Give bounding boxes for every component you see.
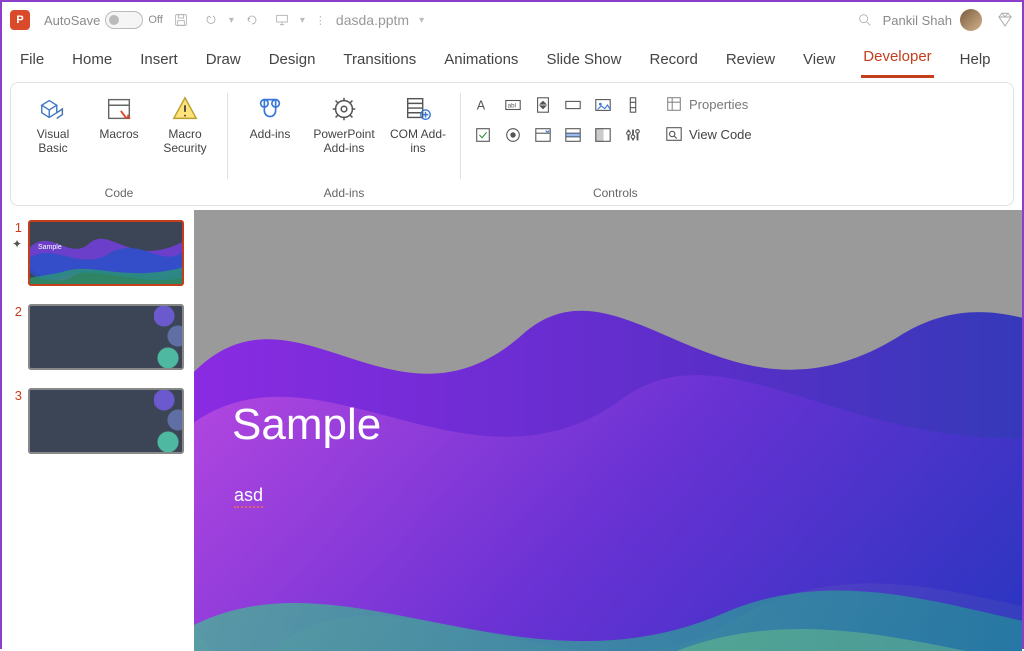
tab-developer[interactable]: Developer: [861, 40, 933, 78]
tab-record[interactable]: Record: [647, 43, 699, 78]
thumbnail-preview: Sample: [28, 220, 184, 286]
undo-dropdown-icon[interactable]: ▾: [229, 15, 234, 26]
visual-basic-label: Visual Basic: [23, 127, 83, 155]
ribbon-group-addins: Add-ins PowerPoint Add-ins COM Add-ins A…: [232, 89, 456, 205]
addins-label: Add-ins: [250, 127, 291, 141]
macros-button[interactable]: Macros: [87, 89, 151, 143]
toggle-switch-icon: [105, 11, 143, 29]
com-addins-button[interactable]: COM Add-ins: [386, 89, 450, 157]
tab-slide-show[interactable]: Slide Show: [544, 43, 623, 78]
thumbnail-preview: [28, 304, 184, 370]
save-button[interactable]: [169, 8, 193, 32]
slide-title[interactable]: Sample: [232, 400, 381, 450]
label-control-button[interactable]: A: [471, 93, 495, 117]
macros-label: Macros: [99, 127, 138, 141]
combobox-control-button[interactable]: [531, 123, 555, 147]
thumbnail-slide-2[interactable]: 2: [8, 304, 184, 370]
option-button-control[interactable]: [501, 123, 525, 147]
thumbnail-slide-3[interactable]: 3: [8, 388, 184, 454]
undo-button[interactable]: [199, 8, 223, 32]
tab-animations[interactable]: Animations: [442, 43, 520, 78]
visual-basic-button[interactable]: Visual Basic: [21, 89, 85, 157]
macro-security-button[interactable]: Macro Security: [153, 89, 217, 157]
svg-text:A: A: [477, 99, 486, 113]
powerpoint-addins-button[interactable]: PowerPoint Add-ins: [304, 89, 384, 157]
visual-basic-icon: [37, 93, 69, 125]
ribbon-group-code: Visual Basic Macros Macro Security Code: [15, 89, 223, 205]
titlebar: P AutoSave Off ▾ ▾ ⋮ dasda.pptm ▾ Pankil…: [2, 2, 1022, 38]
present-from-beginning-button[interactable]: [270, 8, 294, 32]
more-controls-button[interactable]: [621, 123, 645, 147]
user-name: Pankil Shah: [883, 13, 952, 28]
view-code-label: View Code: [689, 127, 752, 142]
group-label-addins: Add-ins: [324, 183, 365, 205]
autosave-state: Off: [148, 14, 162, 26]
autosave-toggle[interactable]: AutoSave Off: [44, 11, 163, 29]
search-button[interactable]: [853, 8, 877, 32]
thumbnail-number: 2: [8, 304, 22, 319]
macro-security-icon: [169, 93, 201, 125]
tab-view[interactable]: View: [801, 43, 837, 78]
tab-help[interactable]: Help: [958, 43, 993, 78]
tab-file[interactable]: File: [18, 43, 46, 78]
com-addins-label: COM Add-ins: [388, 127, 448, 155]
toggle-control-button[interactable]: [591, 123, 615, 147]
powerpoint-addins-label: PowerPoint Add-ins: [306, 127, 382, 155]
document-filename[interactable]: dasda.pptm: [336, 12, 409, 28]
tab-review[interactable]: Review: [724, 43, 777, 78]
tab-transitions[interactable]: Transitions: [341, 43, 418, 78]
group-label-controls: Controls: [593, 183, 638, 205]
spin-control-button[interactable]: [531, 93, 555, 117]
filename-dropdown-icon[interactable]: ▾: [419, 15, 424, 26]
ribbon-group-controls: A abl Pro: [465, 89, 766, 205]
thumbnail-slide-1[interactable]: 1 ✦ Sample: [8, 220, 184, 286]
ribbon: Visual Basic Macros Macro Security Code: [10, 82, 1014, 206]
properties-label: Properties: [689, 97, 748, 112]
addins-icon: [254, 93, 286, 125]
slide-content: Sample asd: [194, 210, 1022, 651]
addins-button[interactable]: Add-ins: [238, 89, 302, 143]
slide-subtitle[interactable]: asd: [234, 485, 263, 506]
textbox-control-button[interactable]: abl: [501, 93, 525, 117]
scrollbar-control-button[interactable]: [621, 93, 645, 117]
com-addins-icon: [402, 93, 434, 125]
powerpoint-addins-icon: [328, 93, 360, 125]
command-button-control[interactable]: [561, 93, 585, 117]
view-code-button[interactable]: View Code: [661, 123, 756, 145]
macro-security-label: Macro Security: [155, 127, 215, 155]
avatar: [960, 9, 982, 31]
group-label-code: Code: [105, 183, 134, 205]
tab-draw[interactable]: Draw: [204, 43, 243, 78]
properties-button[interactable]: Properties: [661, 93, 756, 115]
qat-customize-icon[interactable]: ⋮: [315, 14, 326, 27]
image-control-button[interactable]: [591, 93, 615, 117]
present-dropdown-icon[interactable]: ▾: [300, 15, 305, 26]
autosave-label: AutoSave: [44, 13, 100, 28]
thumbnail-number: 1: [8, 220, 22, 235]
animation-indicator-icon: ✦: [8, 237, 22, 251]
macros-icon: [103, 93, 135, 125]
tab-home[interactable]: Home: [70, 43, 114, 78]
tab-insert[interactable]: Insert: [138, 43, 180, 78]
thumbnail-title: Sample: [38, 244, 62, 251]
svg-text:abl: abl: [508, 103, 516, 110]
tab-design[interactable]: Design: [267, 43, 318, 78]
slide-thumbnail-panel: 1 ✦ Sample 2 3: [2, 210, 194, 651]
listbox-control-button[interactable]: [561, 123, 585, 147]
thumbnail-preview: [28, 388, 184, 454]
premium-icon[interactable]: [996, 11, 1014, 29]
powerpoint-app-icon: P: [10, 10, 30, 30]
work-area: 1 ✦ Sample 2 3: [2, 210, 1022, 651]
checkbox-control-button[interactable]: [471, 123, 495, 147]
ribbon-tabs: File Home Insert Draw Design Transitions…: [2, 38, 1022, 78]
user-account[interactable]: Pankil Shah: [883, 9, 982, 31]
thumbnail-number: 3: [8, 388, 22, 403]
redo-button[interactable]: [240, 8, 264, 32]
slide-canvas[interactable]: Sample asd: [194, 210, 1022, 651]
